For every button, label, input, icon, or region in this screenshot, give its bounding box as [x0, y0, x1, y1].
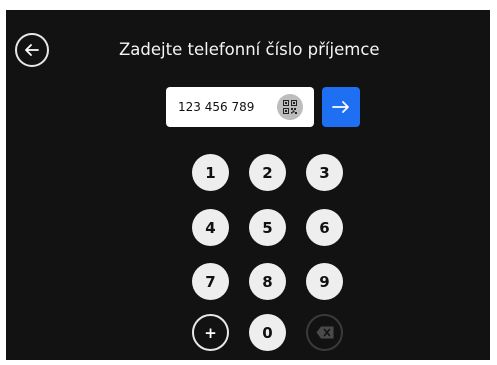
qr-code-icon [283, 100, 297, 114]
backspace-button[interactable] [306, 314, 343, 351]
key-2[interactable]: 2 [249, 154, 286, 191]
phone-number-field[interactable]: 123 456 789 [166, 87, 314, 127]
page-title: Zadejte telefonní číslo příjemce [119, 40, 380, 59]
back-button[interactable] [15, 33, 49, 67]
key-plus[interactable]: + [192, 314, 229, 351]
backspace-icon [316, 326, 333, 339]
arrow-left-icon [25, 44, 39, 56]
key-3[interactable]: 3 [306, 154, 343, 191]
key-8[interactable]: 8 [249, 263, 286, 300]
key-5[interactable]: 5 [249, 209, 286, 246]
submit-button[interactable] [322, 87, 360, 127]
qr-scan-button[interactable] [277, 94, 303, 120]
phone-number-value: 123 456 789 [178, 100, 255, 114]
key-0[interactable]: 0 [249, 314, 286, 351]
phone-entry-screen: Zadejte telefonní číslo příjemce 123 456… [6, 10, 490, 360]
key-6[interactable]: 6 [306, 209, 343, 246]
arrow-right-icon [332, 101, 349, 113]
key-7[interactable]: 7 [192, 263, 229, 300]
key-1[interactable]: 1 [192, 154, 229, 191]
key-4[interactable]: 4 [192, 209, 229, 246]
key-9[interactable]: 9 [306, 263, 343, 300]
